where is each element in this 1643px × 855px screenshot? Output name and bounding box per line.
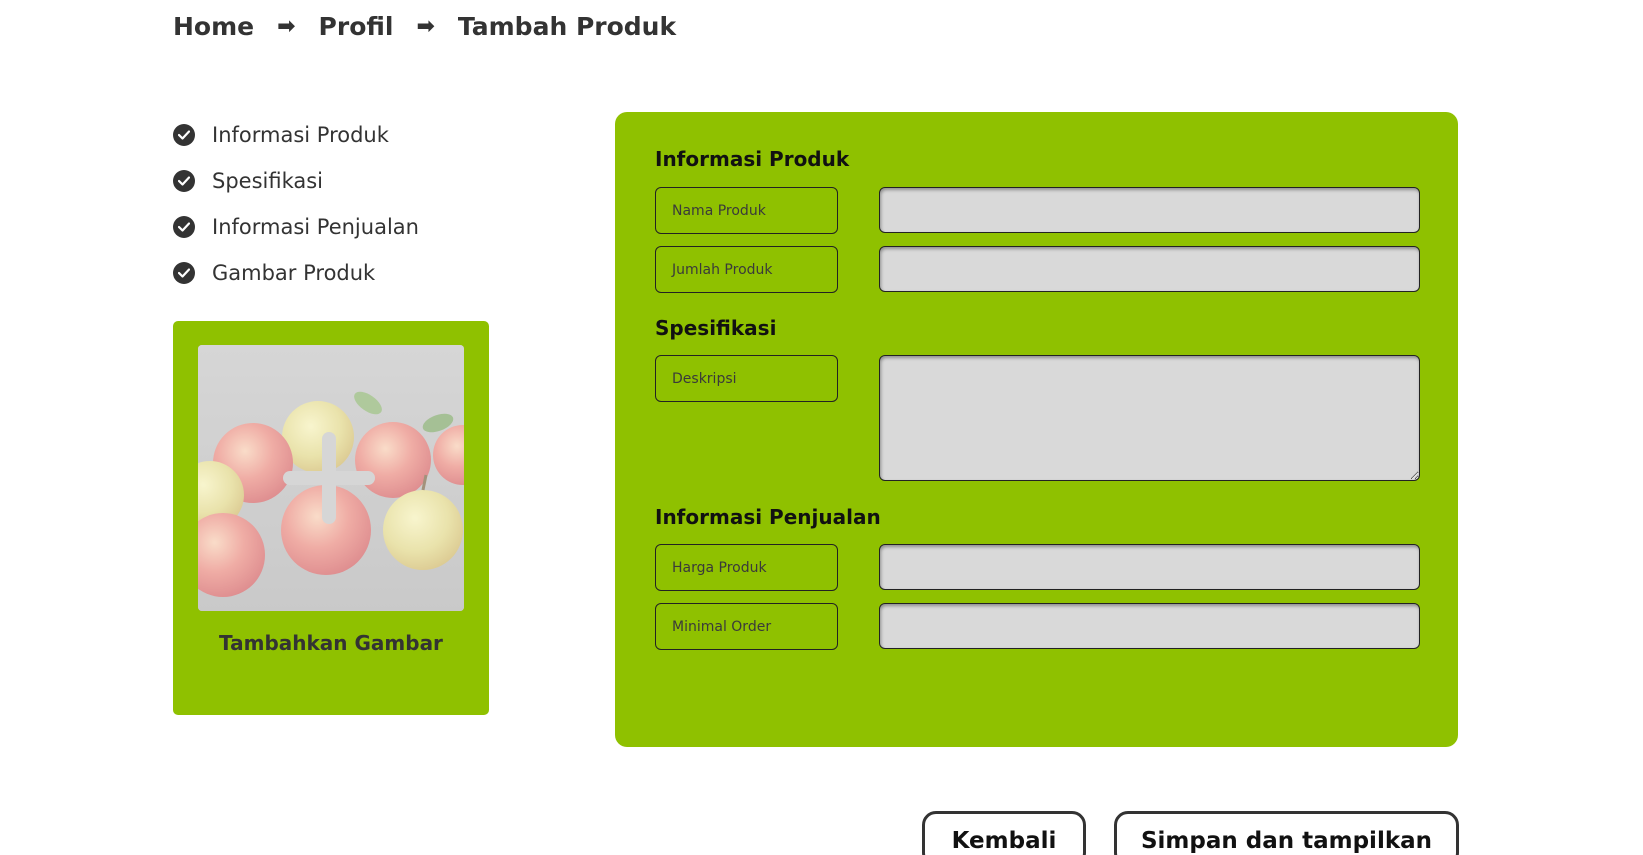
- product-form-card: Informasi Produk Nama Produk Jumlah Prod…: [615, 112, 1458, 747]
- jumlah-produk-input[interactable]: [879, 246, 1420, 292]
- field-label-deskripsi: Deskripsi: [655, 355, 838, 402]
- field-label-nama-produk: Nama Produk: [655, 187, 838, 234]
- deskripsi-textarea[interactable]: [879, 355, 1420, 481]
- arrow-right-icon: ➡: [416, 14, 435, 39]
- step-label: Gambar Produk: [212, 261, 376, 285]
- breadcrumb-home[interactable]: Home: [173, 12, 254, 41]
- breadcrumb-current: Tambah Produk: [457, 12, 677, 41]
- breadcrumb-profil[interactable]: Profil: [319, 12, 394, 41]
- image-upload-area[interactable]: [198, 345, 464, 611]
- check-circle-icon: [173, 124, 195, 146]
- add-image-caption: Tambahkan Gambar: [219, 631, 443, 655]
- apples-photo: [198, 345, 464, 611]
- field-label-minimal-order: Minimal Order: [655, 603, 838, 650]
- check-circle-icon: [173, 262, 195, 284]
- steps-list: Informasi Produk Spesifikasi Informasi P…: [173, 112, 419, 296]
- step-item[interactable]: Gambar Produk: [173, 250, 419, 296]
- harga-produk-input[interactable]: [879, 544, 1420, 590]
- check-circle-icon: [173, 216, 195, 238]
- page: Home ➡ Profil ➡ Tambah Produk Informasi …: [0, 0, 1643, 855]
- step-label: Informasi Produk: [212, 123, 389, 147]
- arrow-right-icon: ➡: [277, 14, 296, 39]
- check-circle-icon: [173, 170, 195, 192]
- step-label: Informasi Penjualan: [212, 215, 419, 239]
- save-and-publish-button[interactable]: Simpan dan tampilkan: [1114, 811, 1459, 855]
- nama-produk-input[interactable]: [879, 187, 1420, 233]
- field-label-harga-produk: Harga Produk: [655, 544, 838, 591]
- step-item[interactable]: Informasi Produk: [173, 112, 419, 158]
- section-title-spesifikasi: Spesifikasi: [655, 316, 777, 340]
- step-item[interactable]: Informasi Penjualan: [173, 204, 419, 250]
- section-title-penjualan: Informasi Penjualan: [655, 505, 881, 529]
- section-title-info-produk: Informasi Produk: [655, 147, 850, 171]
- step-label: Spesifikasi: [212, 169, 324, 193]
- field-label-jumlah-produk: Jumlah Produk: [655, 246, 838, 293]
- back-button[interactable]: Kembali: [922, 811, 1086, 855]
- step-item[interactable]: Spesifikasi: [173, 158, 419, 204]
- image-upload-card: Tambahkan Gambar: [173, 321, 489, 715]
- minimal-order-input[interactable]: [879, 603, 1420, 649]
- breadcrumb: Home ➡ Profil ➡ Tambah Produk: [173, 12, 676, 41]
